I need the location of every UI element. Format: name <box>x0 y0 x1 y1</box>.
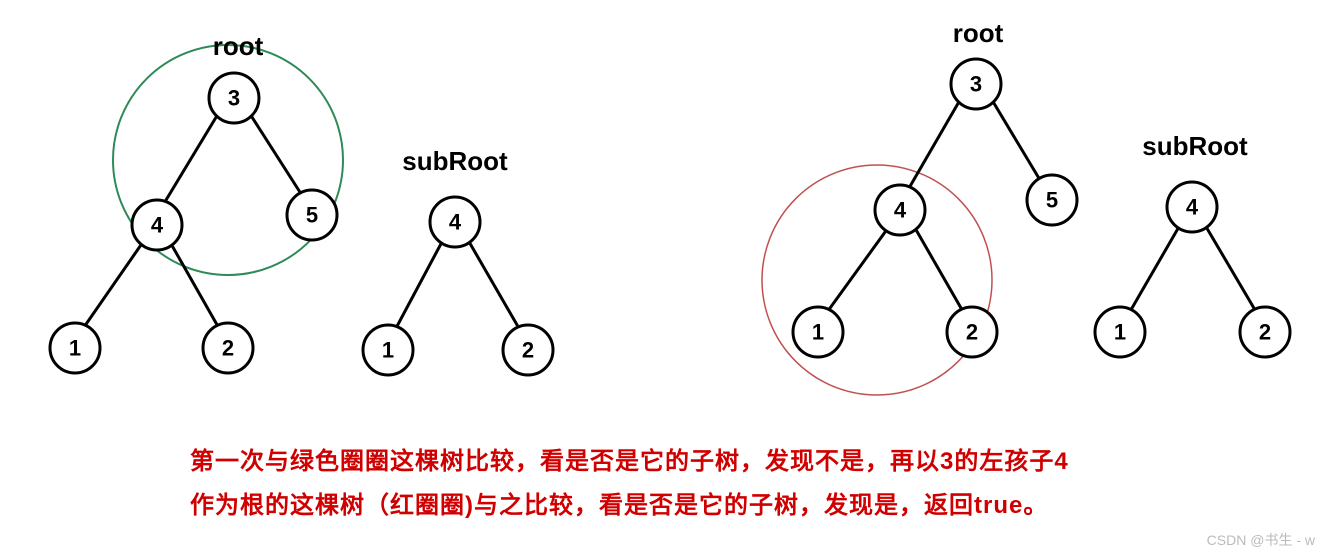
svg-text:1: 1 <box>812 320 824 345</box>
svg-text:5: 5 <box>306 203 318 228</box>
node-s2-left: 2 <box>503 325 553 375</box>
edge-3-4-right <box>905 100 960 195</box>
node-4-right: 4 <box>875 185 925 235</box>
svg-text:1: 1 <box>382 338 394 363</box>
svg-text:4: 4 <box>1186 195 1199 220</box>
edge-3-5-left <box>250 114 305 200</box>
svg-text:3: 3 <box>970 72 982 97</box>
watermark: CSDN @书生 - w <box>1207 530 1315 550</box>
caption-line-2: 作为根的这棵树（红圈圈)与之比较，看是否是它的子树，发现是，返回true。 <box>190 484 1285 528</box>
edge-3-4-left <box>160 114 218 210</box>
root-label-left: root <box>213 31 264 61</box>
edge-s4-2-right <box>1205 225 1258 315</box>
edge-s4-1-right <box>1128 225 1180 315</box>
node-3-right: 3 <box>951 59 1001 109</box>
root-label-right: root <box>953 18 1004 48</box>
node-1-right: 1 <box>793 307 843 357</box>
svg-text:3: 3 <box>228 86 240 111</box>
caption-text: 第一次与绿色圈圈这棵树比较，看是否是它的子树，发现不是，再以3的左孩子4 作为根… <box>190 440 1285 528</box>
subroot-label-left: subRoot <box>402 146 508 176</box>
node-2-left: 2 <box>203 323 253 373</box>
node-4-left: 4 <box>132 200 182 250</box>
diagram-canvas: root 3 4 5 1 2 subRoot 4 1 2 <box>0 0 1325 420</box>
edge-4-1-right <box>825 228 888 315</box>
svg-text:2: 2 <box>966 320 978 345</box>
node-3-left: 3 <box>209 73 259 123</box>
edge-3-5-right <box>992 100 1043 185</box>
caption-line-1: 第一次与绿色圈圈这棵树比较，看是否是它的子树，发现不是，再以3的左孩子4 <box>190 440 1285 484</box>
svg-text:2: 2 <box>1259 320 1271 345</box>
svg-text:1: 1 <box>1114 320 1126 345</box>
svg-text:4: 4 <box>894 198 907 223</box>
node-s2-right: 2 <box>1240 307 1290 357</box>
node-s1-left: 1 <box>363 325 413 375</box>
node-s1-right: 1 <box>1095 307 1145 357</box>
node-5-left: 5 <box>287 190 337 240</box>
edge-s4-1-left <box>395 240 443 330</box>
svg-text:2: 2 <box>522 338 534 363</box>
subroot-label-right: subRoot <box>1142 131 1248 161</box>
svg-text:5: 5 <box>1046 188 1058 213</box>
node-s4-right: 4 <box>1167 182 1217 232</box>
edge-s4-2-left <box>468 240 520 330</box>
node-1-left: 1 <box>50 323 100 373</box>
edge-4-1-left <box>82 242 143 330</box>
svg-text:2: 2 <box>222 336 234 361</box>
svg-text:4: 4 <box>151 213 164 238</box>
node-2-right: 2 <box>947 307 997 357</box>
svg-text:4: 4 <box>449 210 462 235</box>
edge-4-2-left <box>170 242 220 330</box>
svg-text:1: 1 <box>69 336 81 361</box>
node-5-right: 5 <box>1027 175 1077 225</box>
edge-4-2-right <box>915 228 965 315</box>
node-s4-left: 4 <box>430 197 480 247</box>
